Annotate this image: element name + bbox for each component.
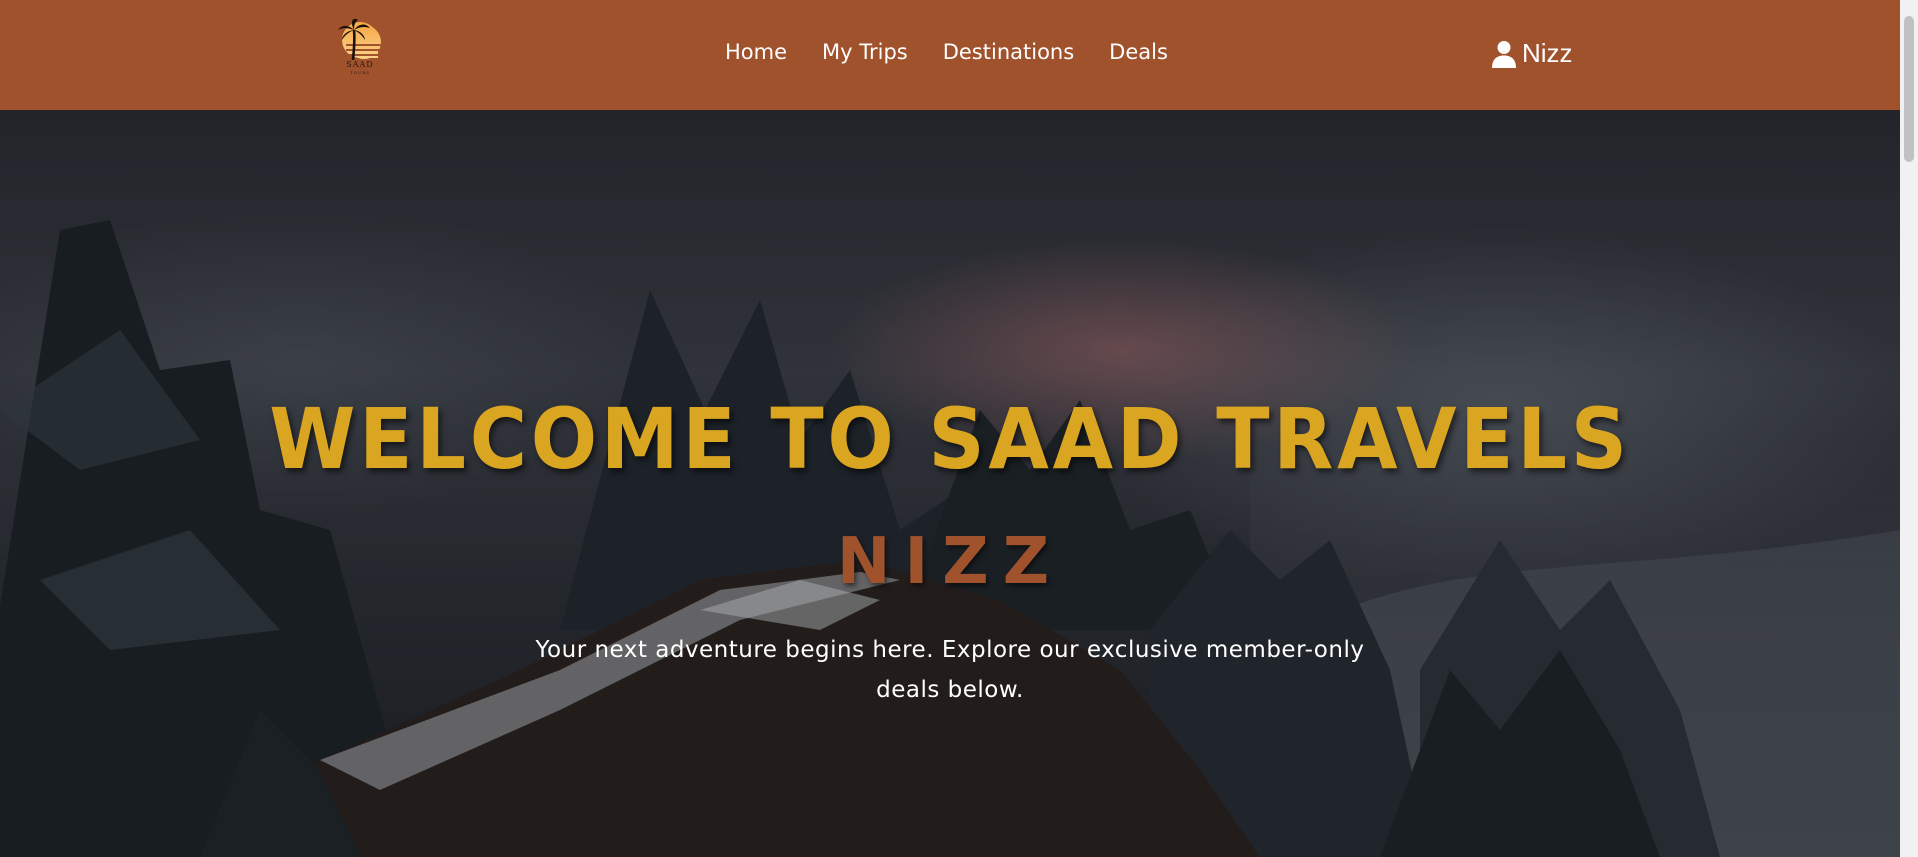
scrollbar-thumb[interactable] (1904, 16, 1914, 162)
user-name: Nizz (1522, 38, 1573, 68)
brand-logo[interactable]: SAAD TOURS (334, 18, 386, 78)
nav-link-home[interactable]: Home (725, 40, 787, 64)
nav-link-destinations[interactable]: Destinations (943, 40, 1074, 64)
page-scrollbar[interactable] (1900, 0, 1918, 857)
page: SAAD TOURS Home My Trips Destinations De… (0, 0, 1918, 857)
logo-text: SAAD (346, 60, 374, 69)
hero-title: WELCOME TO SAAD TRAVELS (269, 390, 1631, 488)
nav-link-my-trips[interactable]: My Trips (822, 40, 908, 64)
hero-subtitle: Your next adventure begins here. Explore… (535, 637, 1365, 703)
navbar: SAAD TOURS Home My Trips Destinations De… (0, 0, 1900, 110)
logo-subtext: TOURS (349, 70, 371, 75)
main-nav: Home My Trips Destinations Deals (725, 40, 1168, 64)
user-icon (1492, 40, 1516, 68)
palm-sunset-icon (338, 18, 382, 61)
nav-link-deals[interactable]: Deals (1109, 40, 1168, 64)
hero-section: WELCOME TO SAAD TRAVELS NIZZ Your next a… (0, 110, 1900, 857)
user-menu[interactable]: Nizz (1492, 38, 1573, 69)
hero-username: NIZZ (836, 525, 1064, 599)
